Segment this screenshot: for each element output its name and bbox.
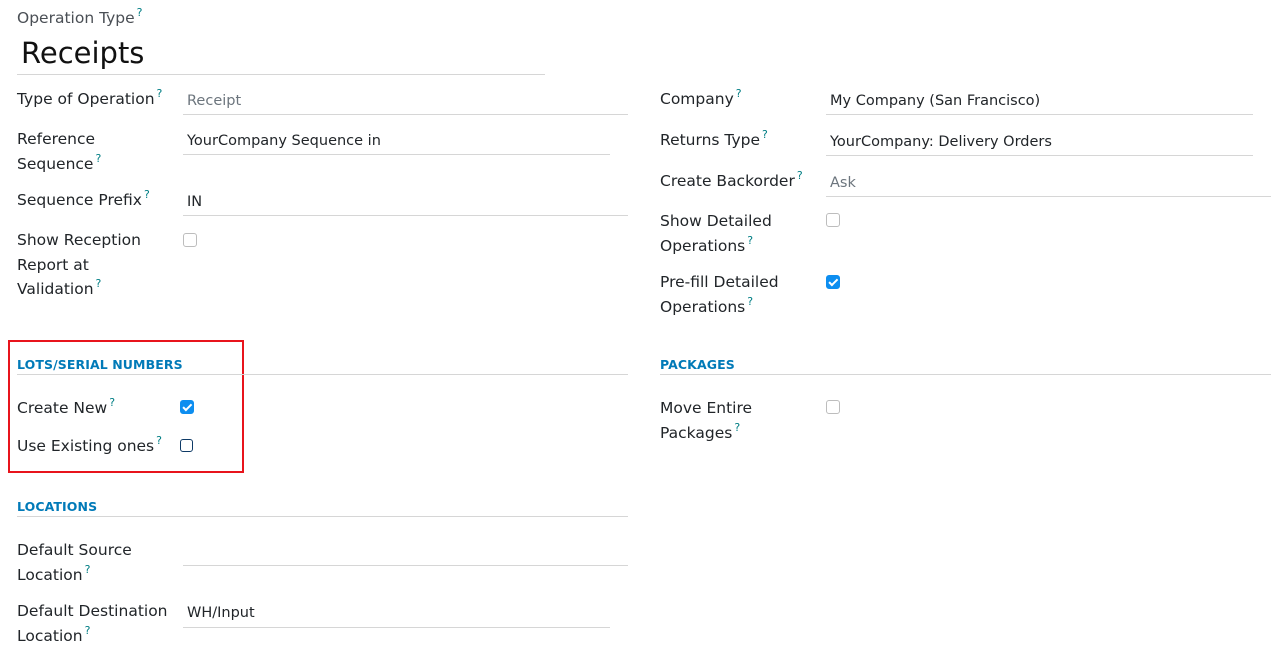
default-destination-location-label: Default Destination Location? <box>17 602 168 645</box>
help-icon[interactable]: ? <box>137 6 143 19</box>
help-icon[interactable]: ? <box>736 87 742 100</box>
section-divider <box>17 516 628 517</box>
show-detailed-operations-checkbox[interactable] <box>826 213 840 227</box>
operation-type-label: Operation Type? <box>17 6 143 27</box>
help-icon[interactable]: ? <box>156 434 162 447</box>
help-icon[interactable]: ? <box>734 421 740 434</box>
field-underline <box>826 196 1271 197</box>
help-icon[interactable]: ? <box>109 396 115 409</box>
use-existing-label: Use Existing ones? <box>17 434 162 455</box>
returns-type-field[interactable]: YourCompany: Delivery Orders <box>826 132 1052 152</box>
help-icon[interactable]: ? <box>85 624 91 637</box>
reference-sequence-label: Reference Sequence? <box>17 130 102 173</box>
help-icon[interactable]: ? <box>96 277 102 290</box>
create-backorder-label: Create Backorder? <box>660 169 803 190</box>
field-underline <box>183 154 610 155</box>
title-underline <box>17 74 545 75</box>
page-title[interactable]: Receipts <box>21 35 144 71</box>
returns-type-label: Returns Type? <box>660 128 768 149</box>
locations-section-title: LOCATIONS <box>17 499 98 514</box>
prefill-detailed-operations-label: Pre-fill Detailed Operations? <box>660 273 779 316</box>
sequence-prefix-label: Sequence Prefix? <box>17 188 150 209</box>
type-of-operation-label: Type of Operation? <box>17 87 163 108</box>
use-existing-checkbox[interactable] <box>180 439 193 452</box>
help-icon[interactable]: ? <box>762 128 768 141</box>
field-underline <box>183 215 628 216</box>
field-underline <box>183 565 628 566</box>
show-reception-report-label: Show Reception Report at Validation? <box>17 231 141 298</box>
move-entire-packages-label: Move Entire Packages? <box>660 399 753 442</box>
field-underline <box>826 155 1253 156</box>
help-icon[interactable]: ? <box>85 563 91 576</box>
move-entire-packages-checkbox[interactable] <box>826 400 840 414</box>
create-backorder-field[interactable]: Ask <box>826 173 856 193</box>
show-reception-report-checkbox[interactable] <box>183 233 197 247</box>
packages-section-title: PACKAGES <box>660 357 735 372</box>
show-detailed-operations-label: Show Detailed Operations? <box>660 212 772 255</box>
help-icon[interactable]: ? <box>157 87 163 100</box>
company-field[interactable]: My Company (San Francisco) <box>826 91 1040 111</box>
lots-section-title: LOTS/SERIAL NUMBERS <box>17 357 183 372</box>
help-icon[interactable]: ? <box>747 295 753 308</box>
section-divider <box>660 374 1271 375</box>
create-new-label: Create New? <box>17 396 116 417</box>
field-underline <box>183 627 610 628</box>
field-underline <box>183 114 628 115</box>
type-of-operation-field[interactable]: Receipt <box>183 91 241 111</box>
field-underline <box>826 114 1253 115</box>
default-source-location-label: Default Source Location? <box>17 541 132 584</box>
section-divider <box>17 374 628 375</box>
help-icon[interactable]: ? <box>797 169 803 182</box>
default-destination-location-field[interactable]: WH/Input <box>183 603 255 623</box>
sequence-prefix-field[interactable]: IN <box>183 192 202 212</box>
help-icon[interactable]: ? <box>144 188 150 201</box>
help-icon[interactable]: ? <box>747 234 753 247</box>
create-new-checkbox[interactable] <box>180 400 194 414</box>
reference-sequence-field[interactable]: YourCompany Sequence in <box>183 131 381 151</box>
help-icon[interactable]: ? <box>95 152 101 165</box>
company-label: Company? <box>660 87 742 108</box>
prefill-detailed-operations-checkbox[interactable] <box>826 275 840 289</box>
